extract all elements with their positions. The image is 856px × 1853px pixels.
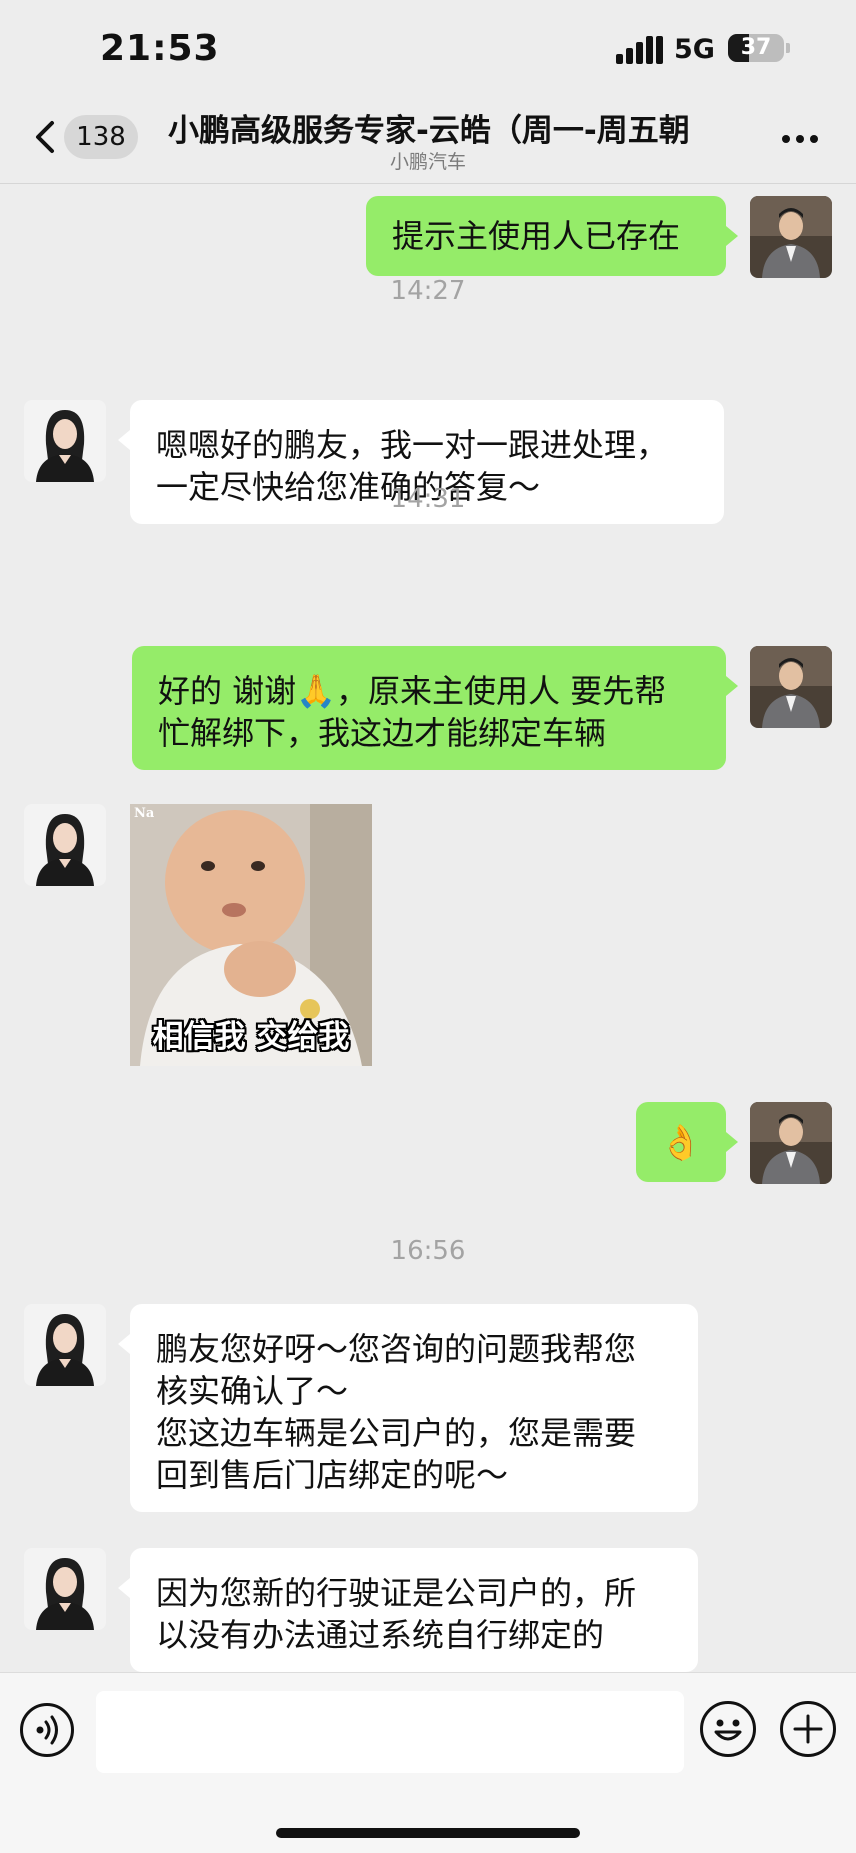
signal-icon	[616, 34, 663, 64]
home-indicator[interactable]	[276, 1828, 580, 1838]
sticker-caption: 相信我 交给我	[152, 1019, 350, 1055]
plus-icon[interactable]	[780, 1701, 836, 1757]
sticker-watermark: Na	[134, 806, 155, 821]
ellipsis-icon[interactable]	[780, 133, 820, 145]
message-input[interactable]	[96, 1691, 684, 1773]
agent-message-bubble[interactable]: 因为您新的行驶证是公司户的，所 以没有办法通过系统自行绑定的	[130, 1548, 698, 1672]
smiley-icon[interactable]	[700, 1701, 756, 1757]
agent-avatar[interactable]	[24, 400, 106, 482]
agent-avatar[interactable]	[24, 1548, 106, 1630]
ok-hand-icon: 👌	[659, 1123, 703, 1163]
network-type: 5G	[674, 34, 715, 65]
timestamp: 16:56	[390, 1236, 466, 1266]
agent-message-bubble[interactable]: 鹏友您好呀～您咨询的问题我帮您 核实确认了～ 您这边车辆是公司户的，您是需要 回…	[130, 1304, 698, 1512]
agent-avatar[interactable]	[24, 1304, 106, 1386]
my-message-bubble[interactable]: 好的 谢谢🙏，原来主使用人 要先帮 忙解绑下，我这边才能绑定车辆	[132, 646, 726, 770]
input-bar	[0, 1672, 856, 1853]
message-line: 您这边车辆是公司户的，您是需要	[156, 1414, 637, 1452]
message-line: 提示主使用人已存在	[392, 217, 681, 255]
message-line: 以没有办法通过系统自行绑定的	[156, 1616, 605, 1654]
voice-icon[interactable]	[20, 1703, 74, 1757]
message-line: 好的 谢谢🙏，原来主使用人 要先帮	[158, 672, 667, 710]
status-bar: 21:53 5G 37	[0, 0, 856, 95]
message-line: 核实确认了～	[156, 1372, 349, 1410]
message-list[interactable]: 提示主使用人已存在 14:27 嗯嗯好的鹏友，我一对一跟进处理， 一定尽快给您准…	[0, 184, 856, 1672]
message-line: 忙解绑下，我这边才能绑定车辆	[158, 714, 607, 752]
sticker-image[interactable]: Na 相信我 交给我	[130, 804, 372, 1066]
timestamp: 14:27	[390, 276, 466, 306]
my-avatar[interactable]	[750, 196, 832, 278]
my-avatar[interactable]	[750, 1102, 832, 1184]
my-message-bubble[interactable]: 👌	[636, 1102, 726, 1182]
chat-title: 小鹏高级服务专家-云皓（周一-周五朝	[168, 113, 690, 149]
my-message-bubble[interactable]: 提示主使用人已存在	[366, 196, 726, 276]
message-line: 因为您新的行驶证是公司户的，所	[156, 1574, 637, 1612]
message-line: 鹏友您好呀～您咨询的问题我帮您	[156, 1330, 637, 1368]
clock: 21:53	[100, 28, 220, 69]
chat-header: 138 小鹏高级服务专家-云皓（周一-周五朝 小鹏汽车	[0, 95, 856, 184]
agent-avatar[interactable]	[24, 804, 106, 886]
battery-icon: 37	[728, 34, 784, 62]
my-avatar[interactable]	[750, 646, 832, 728]
battery-level: 37	[740, 35, 772, 60]
message-line: 回到售后门店绑定的呢～	[156, 1456, 509, 1494]
battery-cap	[786, 43, 790, 53]
timestamp: 14:31	[390, 484, 466, 514]
message-line: 嗯嗯好的鹏友，我一对一跟进处理，	[156, 426, 669, 464]
chat-subtitle: 小鹏汽车	[389, 151, 466, 173]
